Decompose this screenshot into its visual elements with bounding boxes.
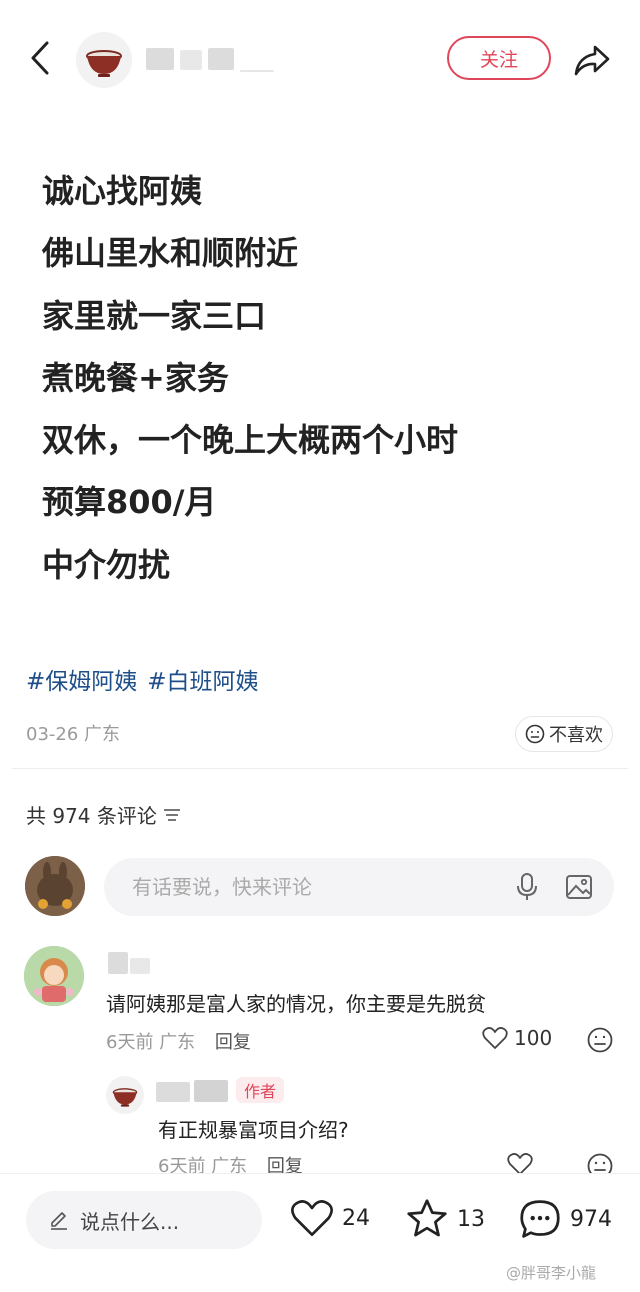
post-line: 佛山里水和顺附近 — [42, 234, 299, 273]
rabbit-avatar-icon — [25, 856, 85, 916]
post-line: 煮晚餐+家务 — [42, 358, 229, 397]
post-tags: #保姆阿姨 #白班阿姨 — [26, 662, 269, 696]
neutral-face-icon[interactable] — [586, 1026, 614, 1054]
comment-like-count: 100 — [514, 1026, 553, 1050]
commenter-avatar[interactable] — [24, 946, 84, 1006]
author-avatar[interactable] — [76, 32, 132, 88]
watermark: @胖哥李小龍 — [506, 1264, 597, 1282]
post-meta: 03-26 广东 — [26, 720, 120, 746]
post-date: 03-26 — [26, 724, 79, 745]
reply-author-avatar[interactable] — [106, 1076, 144, 1114]
commenter-name-blurred — [108, 952, 152, 976]
like-button[interactable]: 24 — [290, 1198, 370, 1238]
cartoon-girl-avatar-icon — [24, 946, 84, 1006]
neutral-face-icon — [525, 724, 545, 744]
post-line: 双休，一个晚上大概两个小时 — [42, 421, 459, 460]
comment-meta: 6天前 广东 回复 — [106, 1028, 251, 1054]
say-something-placeholder: 说点什么... — [80, 1209, 180, 1234]
my-avatar — [25, 856, 85, 916]
author-name-blurred — [146, 46, 274, 74]
follow-button[interactable]: 关注 — [447, 36, 551, 80]
heart-outline-icon — [482, 1027, 508, 1049]
comment-like-button[interactable]: 100 — [482, 1026, 552, 1050]
back-button[interactable] — [22, 38, 58, 78]
bowl-icon — [112, 1088, 138, 1107]
comment-bubble-icon — [520, 1200, 560, 1238]
heart-outline-icon — [291, 1200, 333, 1236]
share-button[interactable] — [570, 38, 614, 82]
sort-icon — [163, 808, 180, 821]
chevron-left-icon — [31, 41, 49, 75]
comment-count-label: 共 974 条评论 — [26, 804, 157, 828]
bowl-icon — [86, 50, 122, 77]
favorite-button[interactable]: 13 — [405, 1198, 485, 1240]
tag-link[interactable]: #白班阿姨 — [147, 669, 258, 695]
post-location: 广东 — [84, 724, 121, 745]
dislike-label: 不喜欢 — [549, 725, 603, 746]
microphone-icon[interactable] — [514, 872, 540, 902]
say-something-input[interactable]: 说点什么... — [26, 1191, 262, 1249]
tag-link[interactable]: #保姆阿姨 — [26, 669, 137, 695]
image-icon[interactable] — [565, 873, 593, 901]
comment-count-bottom: 974 — [570, 1206, 612, 1232]
comment-text: 请阿姨那是富人家的情况，你主要是先脱贫 — [106, 992, 486, 1016]
comment-input[interactable] — [130, 874, 494, 900]
post-line: 家里就一家三口 — [42, 296, 267, 335]
post-line: 预算800/月 — [42, 483, 217, 522]
post-line: 中介勿扰 — [42, 545, 171, 584]
pencil-icon — [51, 1212, 67, 1230]
star-outline-icon — [407, 1199, 447, 1237]
comment-button[interactable]: 974 — [518, 1198, 612, 1240]
share-arrow-icon — [574, 45, 610, 76]
dislike-button[interactable]: 不喜欢 — [515, 716, 613, 752]
comment-location: 广东 — [159, 1032, 196, 1053]
reply-text: 有正规暴富项目介绍? — [158, 1118, 349, 1142]
author-badge: 作者 — [236, 1077, 285, 1103]
comment-time: 6天前 — [106, 1032, 154, 1053]
comment-count[interactable]: 共 974 条评论 — [26, 800, 181, 829]
like-count: 24 — [342, 1205, 370, 1231]
reply-button[interactable]: 回复 — [215, 1032, 251, 1053]
reply-author-name-blurred — [156, 1080, 232, 1104]
divider — [12, 768, 628, 769]
post-body: 诚心找阿姨 佛山里水和顺附近 家里就一家三口 煮晚餐+家务 双休，一个晚上大概两… — [42, 160, 612, 596]
post-line: 诚心找阿姨 — [42, 172, 203, 210]
favorite-count: 13 — [457, 1206, 485, 1232]
